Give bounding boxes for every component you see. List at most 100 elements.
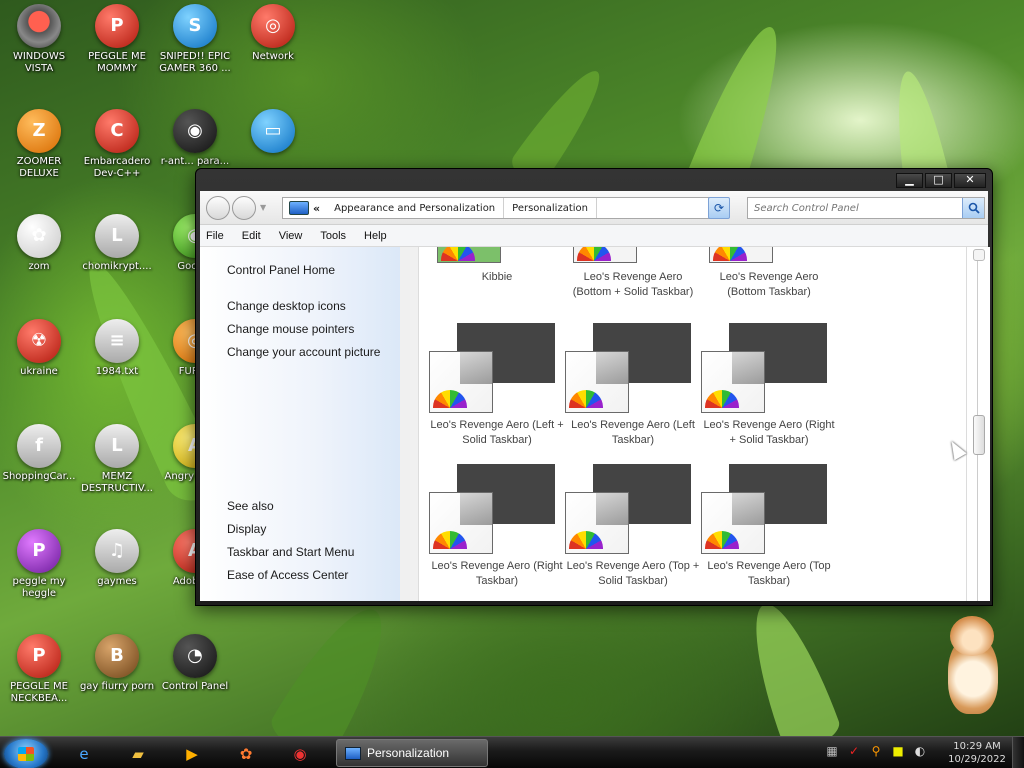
search-icon[interactable] xyxy=(962,198,984,218)
desktop-icon[interactable]: ≡ 1984.txt xyxy=(78,319,156,378)
flag-icon[interactable]: ■ xyxy=(890,743,906,759)
theme-item[interactable]: Leo's Revenge Aero (Left + Solid Taskbar… xyxy=(429,323,565,448)
maximize-button[interactable]: □ xyxy=(925,173,952,188)
search-box[interactable] xyxy=(747,197,985,219)
theme-thumbnail[interactable] xyxy=(429,323,565,413)
theme-thumbnail[interactable] xyxy=(701,323,837,413)
change-mouse-pointers-link[interactable]: Change mouse pointers xyxy=(227,322,354,336)
desktop-icon[interactable]: P PEGGLE ME MOMMY xyxy=(78,4,156,75)
task-label: Personalization xyxy=(367,746,450,760)
desktop-icon[interactable]: L MEMZ DESTRUCTIV... xyxy=(78,424,156,495)
taskbar-start-menu-link[interactable]: Taskbar and Start Menu xyxy=(227,545,354,559)
network-globe-icon: ◎ xyxy=(251,4,295,48)
scroll-thumb[interactable] xyxy=(973,415,985,455)
menu-file[interactable]: File xyxy=(206,230,224,242)
desktop-icon[interactable]: S SNIPED!! EPIC GAMER 360 ... xyxy=(156,4,234,75)
desktop-icon[interactable]: ◔ Control Panel xyxy=(156,634,234,693)
theme-item[interactable]: Leo's Revenge Aero (Right Taskbar) xyxy=(429,464,565,589)
close-button[interactable]: ✕ xyxy=(954,173,986,188)
back-button[interactable] xyxy=(206,196,230,220)
recent-pages-dropdown[interactable]: ▼ xyxy=(260,203,266,212)
desktop-icon[interactable]: C Embarcadero Dev-C++ xyxy=(78,109,156,180)
menu-help[interactable]: Help xyxy=(364,230,387,242)
theme-item[interactable]: Leo's Revenge Aero (Left Taskbar) xyxy=(565,323,701,448)
theme-thumbnail[interactable] xyxy=(573,247,637,263)
show-desktop-button[interactable] xyxy=(1012,737,1024,768)
desktop-icon-label: zom xyxy=(28,261,50,272)
desktop-icon-label: PEGGLE ME NECKBEA... xyxy=(10,681,68,704)
breadcrumb-personalization[interactable]: Personalization xyxy=(504,198,597,218)
minimize-button[interactable]: ▁ xyxy=(896,173,923,188)
breadcrumb-overflow[interactable]: « xyxy=(313,202,320,215)
desktop-icon[interactable]: Bgay fiurry porn xyxy=(78,634,156,693)
clock[interactable]: 10:29 AM 10/29/2022 xyxy=(946,740,1008,766)
scroll-up-button[interactable] xyxy=(973,249,985,261)
search-icon[interactable]: ⚲ xyxy=(868,743,884,759)
taskbar-task-personalization[interactable]: Personalization xyxy=(336,739,488,767)
chrome-icon[interactable]: ◉ xyxy=(280,741,320,767)
refresh-button[interactable]: ⟳ xyxy=(708,197,730,219)
change-desktop-icons-link[interactable]: Change desktop icons xyxy=(227,299,346,313)
volume-icon[interactable]: ◐ xyxy=(912,743,928,759)
theme-name: Leo's Revenge Aero (Right + Solid Taskba… xyxy=(703,419,835,446)
menu-bar: File Edit View Tools Help xyxy=(200,225,988,247)
control-panel-icon xyxy=(289,201,309,215)
theme-item[interactable]: Leo's Revenge Aero (Bottom + Solid Taskb… xyxy=(565,265,701,300)
system-tray: ▦ ✓ ⚲ ■ ◐ xyxy=(824,743,928,759)
check-icon[interactable]: ✓ xyxy=(846,743,862,759)
start-button[interactable] xyxy=(4,739,48,768)
control-panel-icon: ◔ xyxy=(173,634,217,678)
desktop-icon[interactable]: Z ZOOMER DELUXE xyxy=(0,109,78,180)
menu-edit[interactable]: Edit xyxy=(242,230,261,242)
rainbow-fan-icon xyxy=(713,247,747,261)
desktop-icon[interactable]: ◎ Network xyxy=(234,4,312,63)
theme-thumbnail[interactable] xyxy=(437,247,501,263)
desktop-icon[interactable]: ✿ zom xyxy=(0,214,78,273)
theme-item[interactable]: Kibbie xyxy=(429,265,565,285)
peggle-icon: P xyxy=(17,529,61,573)
change-account-picture-link[interactable]: Change your account picture xyxy=(227,345,380,359)
breadcrumb[interactable]: « Appearance and Personalization Persona… xyxy=(282,197,722,219)
desktop-icon-label: Embarcadero Dev-C++ xyxy=(83,156,151,179)
display-link[interactable]: Display xyxy=(227,522,266,536)
desktop-icon[interactable]: WINDOWS VISTA xyxy=(0,4,78,75)
desktop-icon[interactable]: ♫ gaymes xyxy=(78,529,156,588)
personalization-window[interactable]: ▁ □ ✕ ▼ « Appearance and Personalization… xyxy=(195,168,993,606)
folder-icon[interactable]: ▰ xyxy=(118,741,158,767)
forward-button[interactable] xyxy=(232,196,256,220)
menu-tools[interactable]: Tools xyxy=(320,230,346,242)
flash-icon: f xyxy=(17,424,61,468)
desktop-icon[interactable]: Ppeggle my heggle xyxy=(0,529,78,600)
search-input[interactable] xyxy=(748,198,962,218)
menu-view[interactable]: View xyxy=(279,230,303,242)
theme-item[interactable]: Leo's Revenge Aero (Top + Solid Taskbar) xyxy=(565,464,701,589)
control-panel-home-link[interactable]: Control Panel Home xyxy=(227,263,335,277)
theme-thumbnail[interactable] xyxy=(565,464,701,554)
theme-thumbnail[interactable] xyxy=(565,323,701,413)
rainbow-fan-icon xyxy=(433,531,467,549)
breadcrumb-appearance[interactable]: Appearance and Personalization xyxy=(326,198,505,218)
theme-item[interactable]: Leo's Revenge Aero (Top Taskbar) xyxy=(701,464,837,589)
theme-item[interactable]: Leo's Revenge Aero (Bottom Taskbar) xyxy=(701,265,837,300)
theme-thumbnail[interactable] xyxy=(709,247,773,263)
desktop-icon[interactable]: ▭ xyxy=(234,109,312,156)
rainbow-fan-icon xyxy=(569,390,603,408)
desktop-icon-label: Network xyxy=(252,51,294,62)
taskbar: e ▰ ▶ ✿ ◉ Personalization ▦ ✓ ⚲ ■ ◐ 10:2… xyxy=(0,736,1024,768)
theme-name: Leo's Revenge Aero (Right Taskbar) xyxy=(431,560,563,587)
paint-icon[interactable]: ✿ xyxy=(226,741,266,767)
grid-icon[interactable]: ▦ xyxy=(824,743,840,759)
ease-of-access-link[interactable]: Ease of Access Center xyxy=(227,568,348,582)
internet-explorer-icon[interactable]: e xyxy=(64,741,104,767)
media-player-icon[interactable]: ▶ xyxy=(172,741,212,767)
desktop-icon[interactable]: Lchomikrypt.... xyxy=(78,214,156,273)
desktop-icon[interactable]: ◉ r-ant... para... xyxy=(156,109,234,168)
desktop-icon[interactable]: ☢ ukraine xyxy=(0,319,78,378)
desktop-icon[interactable]: P PEGGLE ME NECKBEA... xyxy=(0,634,78,705)
box-hamster-icon: B xyxy=(95,634,139,678)
desktop-icon[interactable]: f ShoppingCar... xyxy=(0,424,78,483)
theme-thumbnail[interactable] xyxy=(701,464,837,554)
vertical-scrollbar[interactable] xyxy=(966,247,990,601)
theme-item[interactable]: Leo's Revenge Aero (Right + Solid Taskba… xyxy=(701,323,837,448)
theme-thumbnail[interactable] xyxy=(429,464,565,554)
